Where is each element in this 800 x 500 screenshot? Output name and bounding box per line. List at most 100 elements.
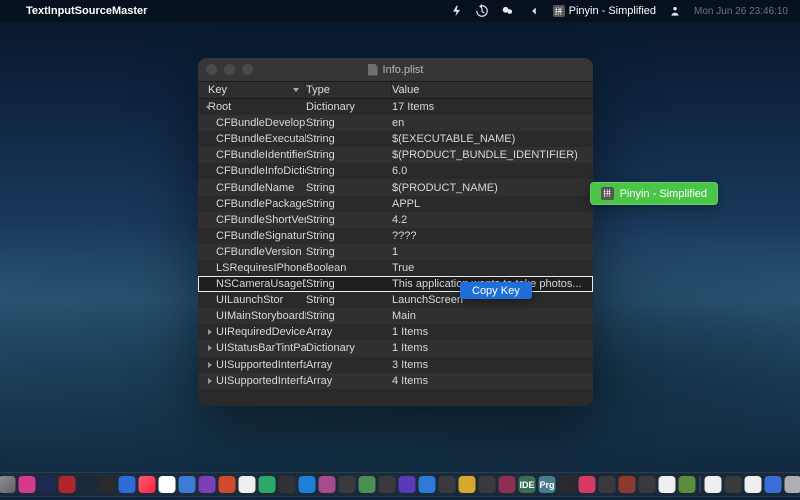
table-row[interactable]: UIMainStoryboardFileStringMain	[198, 308, 593, 324]
dock-icon-app31[interactable]	[679, 476, 696, 493]
table-row[interactable]: CFBundleExecutableString$(EXECUTABLE_NAM…	[198, 131, 593, 147]
user-switch-icon[interactable]	[668, 4, 682, 18]
table-row[interactable]: CFBundleSignatureString????	[198, 228, 593, 244]
row-value[interactable]: en	[392, 117, 593, 129]
row-value[interactable]: 6.0	[392, 165, 593, 177]
row-type[interactable]: Dictionary	[306, 101, 392, 113]
row-value[interactable]: 1 Items	[392, 326, 593, 338]
dock-icon-app27[interactable]	[599, 476, 616, 493]
dock-icon-app16[interactable]	[339, 476, 356, 493]
dock-icon-app8[interactable]	[179, 476, 196, 493]
table-row[interactable]: CFBundleInfoDictionaryVersionString6.0	[198, 163, 593, 179]
dock-icon-app19[interactable]	[399, 476, 416, 493]
input-method-popup[interactable]: 拼 Pinyin - Simplified	[590, 182, 718, 205]
context-menu-copy-key[interactable]: Copy Key	[460, 282, 532, 299]
dock-icon-app12[interactable]	[259, 476, 276, 493]
row-key[interactable]: Root	[198, 101, 306, 113]
dock-icon-app3[interactable]	[59, 476, 76, 493]
wechat-icon[interactable]	[501, 4, 515, 18]
dock-icon-app26[interactable]	[579, 476, 596, 493]
dock-icon-app1[interactable]	[19, 476, 36, 493]
row-type[interactable]: String	[306, 117, 392, 129]
row-key[interactable]: UILaunchStor	[198, 294, 306, 306]
table-row[interactable]: UILaunchStorStringLaunchScreen	[198, 292, 593, 308]
dock-icon-bluething[interactable]	[119, 476, 136, 493]
row-value[interactable]: $(EXECUTABLE_NAME)	[392, 133, 593, 145]
dock-icon-app10[interactable]	[219, 476, 236, 493]
row-key[interactable]: UISupportedInterfaceOrientation...	[198, 375, 306, 387]
row-key[interactable]: CFBundleSignature	[198, 230, 306, 242]
table-row[interactable]: UISupportedInterfaceOrientationsArray3 I…	[198, 357, 593, 373]
dock-icon-app22[interactable]	[459, 476, 476, 493]
row-value[interactable]: 3 Items	[392, 359, 593, 371]
row-type[interactable]: String	[306, 165, 392, 177]
row-type[interactable]: Array	[306, 359, 392, 371]
row-value[interactable]: 4.2	[392, 214, 593, 226]
zoom-button[interactable]	[242, 64, 253, 75]
dock-icon-app30[interactable]	[659, 476, 676, 493]
row-value[interactable]: ????	[392, 230, 593, 242]
row-key[interactable]: CFBundleShortVersionString	[198, 214, 306, 226]
row-type[interactable]: Dictionary	[306, 342, 392, 354]
table-row[interactable]: UIRequiredDeviceCapabilitiesArray1 Items	[198, 324, 593, 340]
dock-icon-app32[interactable]	[705, 476, 722, 493]
dock-icon-app23[interactable]	[479, 476, 496, 493]
row-key[interactable]: CFBundleVersion	[198, 246, 306, 258]
row-value[interactable]: $(PRODUCT_NAME)	[392, 182, 593, 194]
row-key[interactable]: UIStatusBarTintParameters	[198, 342, 306, 354]
row-key[interactable]: LSRequiresIPhoneOS	[198, 262, 306, 274]
row-type[interactable]: Boolean	[306, 262, 392, 274]
row-type[interactable]: String	[306, 310, 392, 322]
row-value[interactable]: 4 Items	[392, 375, 593, 387]
table-row[interactable]: CFBundleDevelopmentRegionStringen	[198, 115, 593, 131]
row-value[interactable]: $(PRODUCT_BUNDLE_IDENTIFIER)	[392, 149, 593, 161]
dock-icon-app15[interactable]	[319, 476, 336, 493]
dock-icon-app17[interactable]	[359, 476, 376, 493]
dock-icon-app29[interactable]	[639, 476, 656, 493]
row-value[interactable]: 17 Items	[392, 101, 593, 113]
row-value[interactable]: Main	[392, 310, 593, 322]
row-value[interactable]: 1 Items	[392, 342, 593, 354]
dock-icon-music[interactable]	[139, 476, 156, 493]
table-row[interactable]: CFBundleNameString$(PRODUCT_NAME)	[198, 179, 593, 195]
dock-icon-app28[interactable]	[619, 476, 636, 493]
row-type[interactable]: Array	[306, 326, 392, 338]
row-type[interactable]: String	[306, 149, 392, 161]
chevron-left-icon[interactable]	[527, 4, 541, 18]
dock-icon-app13[interactable]	[279, 476, 296, 493]
row-value[interactable]: 1	[392, 246, 593, 258]
row-type[interactable]: String	[306, 182, 392, 194]
dock-icon-app9[interactable]	[199, 476, 216, 493]
row-type[interactable]: String	[306, 133, 392, 145]
dock-icon-app7[interactable]	[159, 476, 176, 493]
dock-icon-app20[interactable]	[419, 476, 436, 493]
column-header-value[interactable]: Value	[392, 82, 593, 98]
row-type[interactable]: String	[306, 246, 392, 258]
table-row[interactable]: CFBundleIdentifierString$(PRODUCT_BUNDLE…	[198, 147, 593, 163]
row-type[interactable]: String	[306, 214, 392, 226]
table-row[interactable]: LSRequiresIPhoneOSBooleanTrue	[198, 260, 593, 276]
dock-icon-app36[interactable]	[785, 476, 800, 493]
timemachine-icon[interactable]	[475, 4, 489, 18]
row-key[interactable]: CFBundleExecutable	[198, 133, 306, 145]
app-name[interactable]: TextInputSourceMaster	[26, 5, 147, 17]
row-type[interactable]: String	[306, 230, 392, 242]
column-header-type[interactable]: Type	[306, 82, 392, 98]
table-row[interactable]: CFBundleVersionString1	[198, 244, 593, 260]
bolt-icon[interactable]	[449, 4, 463, 18]
row-key[interactable]: CFBundleDevelopmentRegion	[198, 117, 306, 129]
dock-icon-app2[interactable]	[39, 476, 56, 493]
dock-icon-app25[interactable]	[559, 476, 576, 493]
row-key[interactable]: UIMainStoryboardFile	[198, 310, 306, 322]
minimize-button[interactable]	[224, 64, 235, 75]
row-value[interactable]: APPL	[392, 198, 593, 210]
dock-icon-app24[interactable]	[499, 476, 516, 493]
row-type[interactable]: String	[306, 278, 392, 290]
dock-icon-app35[interactable]	[765, 476, 782, 493]
dock-icon-app18[interactable]	[379, 476, 396, 493]
row-type[interactable]: String	[306, 198, 392, 210]
dock-icon-prg[interactable]: Prg	[539, 476, 556, 493]
row-value[interactable]: True	[392, 262, 593, 274]
row-key[interactable]: CFBundleIdentifier	[198, 149, 306, 161]
column-header-key[interactable]: Key	[198, 82, 306, 98]
